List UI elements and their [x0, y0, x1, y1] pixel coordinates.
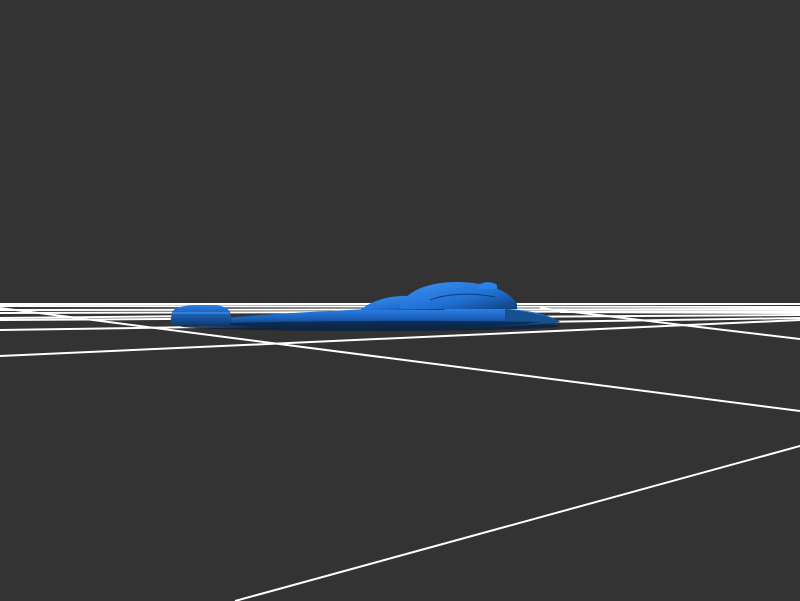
model-dome — [400, 282, 517, 309]
grid-line — [0, 315, 201, 319]
model-rear-block — [170, 305, 232, 324]
3d-viewport[interactable] — [0, 0, 800, 601]
ground-grid — [0, 303, 800, 601]
viewport-canvas[interactable] — [0, 0, 800, 601]
grid-line — [234, 445, 800, 601]
model-top-bump — [478, 282, 497, 289]
grid-line — [559, 311, 800, 314]
